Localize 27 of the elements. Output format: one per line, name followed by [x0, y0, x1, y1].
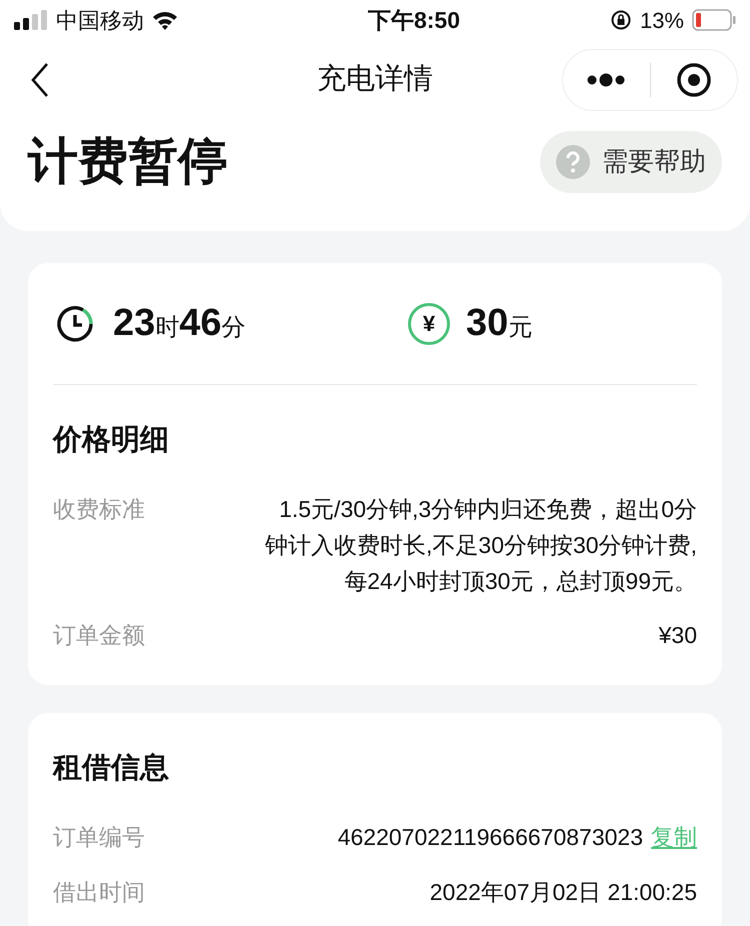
battery-percent: 13% — [640, 6, 684, 34]
row-label: 借出时间 — [53, 878, 145, 906]
row-value: ¥30 — [658, 620, 697, 650]
row-value: 2022年07月02日 21:00:25 — [430, 878, 697, 906]
carrier-name: 中国移动 — [56, 6, 144, 34]
help-icon — [556, 144, 590, 178]
yuan-icon: ¥ — [408, 302, 450, 344]
help-button[interactable]: 需要帮助 — [540, 130, 722, 192]
row-value: 1.5元/30分钟,3分钟内归还免费，超出0分 钟计入收费时长,不足30分钟按30分钟计费, 每24小时封顶30元，总封顶99元。 — [265, 494, 697, 596]
row-label: 收费标准 — [53, 494, 145, 524]
status-time: 下午8:50 — [368, 6, 460, 35]
duration-value: 23时46分 — [113, 301, 246, 346]
section-title: 租借信息 — [53, 750, 169, 786]
back-icon — [30, 62, 50, 98]
row-value: 462207022119666670873023 — [338, 823, 643, 852]
amount-value: 30元 — [466, 301, 532, 346]
target-icon — [676, 62, 712, 98]
signal-icon — [14, 10, 48, 30]
rotation-lock-icon — [610, 9, 632, 31]
section-title: 价格明细 — [53, 423, 169, 458]
page-title: 充电详情 — [317, 62, 433, 98]
more-icon — [586, 73, 626, 87]
row-label: 订单编号 — [53, 823, 145, 852]
row-label: 订单金额 — [53, 620, 145, 650]
battery-icon — [692, 9, 736, 31]
wifi-icon — [152, 10, 178, 30]
status-heading: 计费暂停 — [28, 132, 228, 191]
